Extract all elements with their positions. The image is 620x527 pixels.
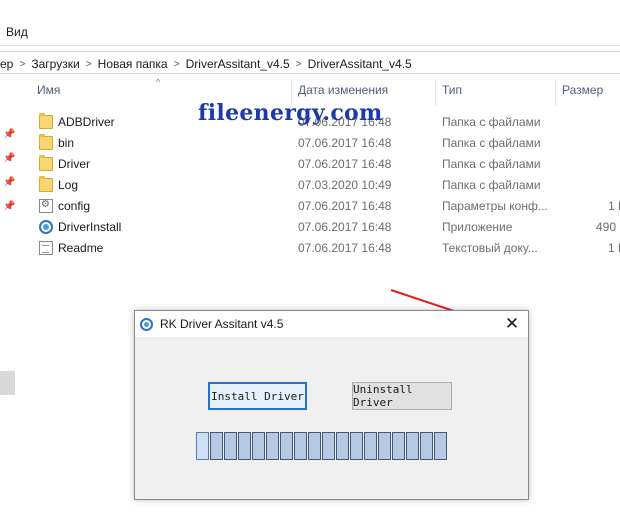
progress-segment — [378, 432, 391, 460]
file-row[interactable]: Driver 07.06.2017 16:48 Папка с файлами — [36, 154, 620, 175]
file-date: 07.06.2017 16:48 — [298, 241, 392, 255]
ribbon-tab-view[interactable]: Вид — [6, 25, 28, 39]
folder-icon — [39, 176, 53, 192]
ribbon: Вид — [0, 0, 620, 46]
column-header-size[interactable]: Размер — [562, 83, 603, 105]
file-size: 1 K — [607, 241, 620, 255]
breadcrumb-item[interactable]: DriverAssitant_v4.5 — [308, 57, 412, 71]
watermark: fileenergy.com — [198, 100, 383, 126]
file-list: ADBDriver 07.06.2017 16:48 Папка с файла… — [36, 112, 620, 259]
progress-segment — [196, 432, 209, 460]
progress-segment — [294, 432, 307, 460]
config-file-icon — [39, 199, 53, 213]
app-icon — [39, 220, 53, 234]
text-file-icon — [39, 241, 53, 255]
file-type: Приложение — [442, 220, 513, 234]
progress-segment — [420, 432, 433, 460]
file-date: 07.06.2017 16:48 — [298, 199, 392, 213]
address-bar[interactable]: ер > Загрузки > Новая папка > DriverAssi… — [0, 51, 620, 74]
file-row[interactable]: DriverInstall 07.06.2017 16:48 Приложени… — [36, 217, 620, 238]
progress-segment — [336, 432, 349, 460]
column-header-name[interactable]: Имя — [37, 83, 60, 105]
chevron-right-icon[interactable]: > — [80, 59, 98, 70]
close-button[interactable]: ✕ — [502, 315, 522, 333]
file-size: 1 K — [607, 199, 620, 213]
navigation-pane: 📌 📌 📌 📌 — [0, 75, 18, 527]
nav-selected-item[interactable] — [0, 371, 15, 395]
column-divider[interactable] — [435, 80, 436, 106]
file-name: DriverInstall — [58, 220, 122, 234]
file-date: 07.06.2017 16:48 — [298, 157, 392, 171]
progress-segment — [406, 432, 419, 460]
install-driver-button[interactable]: Install Driver — [208, 382, 307, 410]
progress-segment — [210, 432, 223, 460]
folder-icon — [39, 134, 53, 150]
chevron-right-icon[interactable]: > — [13, 59, 31, 70]
app-icon — [140, 318, 153, 331]
pin-icon[interactable]: 📌 — [3, 177, 15, 188]
breadcrumb-item[interactable]: DriverAssitant_v4.5 — [186, 57, 290, 71]
progress-segment — [350, 432, 363, 460]
driver-assistant-dialog: RK Driver Assitant v4.5 ✕ Install Driver… — [134, 310, 529, 500]
file-name: Log — [58, 178, 79, 192]
breadcrumb-item[interactable]: Новая папка — [98, 57, 168, 71]
uninstall-driver-button[interactable]: Uninstall Driver — [352, 382, 452, 410]
progress-bar — [196, 432, 463, 462]
folder-icon — [39, 113, 53, 129]
progress-segment — [364, 432, 377, 460]
folder-icon — [39, 155, 53, 171]
pin-icon[interactable]: 📌 — [3, 201, 15, 212]
dialog-titlebar[interactable]: RK Driver Assitant v4.5 ✕ — [135, 311, 528, 337]
file-name: config — [58, 199, 91, 213]
file-size: 490 K — [596, 220, 620, 234]
file-name: bin — [58, 136, 75, 150]
file-type: Папка с файлами — [442, 178, 541, 192]
column-divider[interactable] — [555, 80, 556, 106]
file-date: 07.06.2017 16:48 — [298, 220, 392, 234]
file-row[interactable]: Readme 07.06.2017 16:48 Текстовый доку..… — [36, 238, 620, 259]
progress-segment — [266, 432, 279, 460]
file-row[interactable]: bin 07.06.2017 16:48 Папка с файлами — [36, 133, 620, 154]
dialog-title: RK Driver Assitant v4.5 — [160, 317, 284, 331]
breadcrumb-item[interactable]: ер — [0, 57, 13, 71]
breadcrumb-item[interactable]: Загрузки — [31, 57, 79, 71]
pin-icon[interactable]: 📌 — [3, 129, 15, 140]
file-name: Readme — [58, 241, 104, 255]
progress-segment — [392, 432, 405, 460]
file-row[interactable]: Log 07.03.2020 10:49 Папка с файлами — [36, 175, 620, 196]
progress-segment — [224, 432, 237, 460]
chevron-right-icon[interactable]: > — [168, 59, 186, 70]
file-type: Параметры конф... — [442, 199, 548, 213]
file-type: Папка с файлами — [442, 115, 541, 129]
file-type: Папка с файлами — [442, 157, 541, 171]
progress-segment — [308, 432, 321, 460]
file-date: 07.03.2020 10:49 — [298, 178, 392, 192]
file-name: ADBDriver — [58, 115, 115, 129]
file-row[interactable]: config 07.06.2017 16:48 Параметры конф..… — [36, 196, 620, 217]
progress-segment — [434, 432, 447, 460]
progress-segment — [252, 432, 265, 460]
file-name: Driver — [58, 157, 90, 171]
progress-segment — [280, 432, 293, 460]
progress-segment — [238, 432, 251, 460]
chevron-right-icon[interactable]: > — [290, 59, 308, 70]
progress-segment — [322, 432, 335, 460]
sort-ascending-icon: ^ — [156, 77, 161, 87]
pin-icon[interactable]: 📌 — [3, 153, 15, 164]
file-type: Папка с файлами — [442, 136, 541, 150]
file-type: Текстовый доку... — [442, 241, 538, 255]
column-header-type[interactable]: Тип — [442, 83, 462, 105]
file-date: 07.06.2017 16:48 — [298, 136, 392, 150]
breadcrumb: ер > Загрузки > Новая папка > DriverAssi… — [0, 56, 412, 72]
